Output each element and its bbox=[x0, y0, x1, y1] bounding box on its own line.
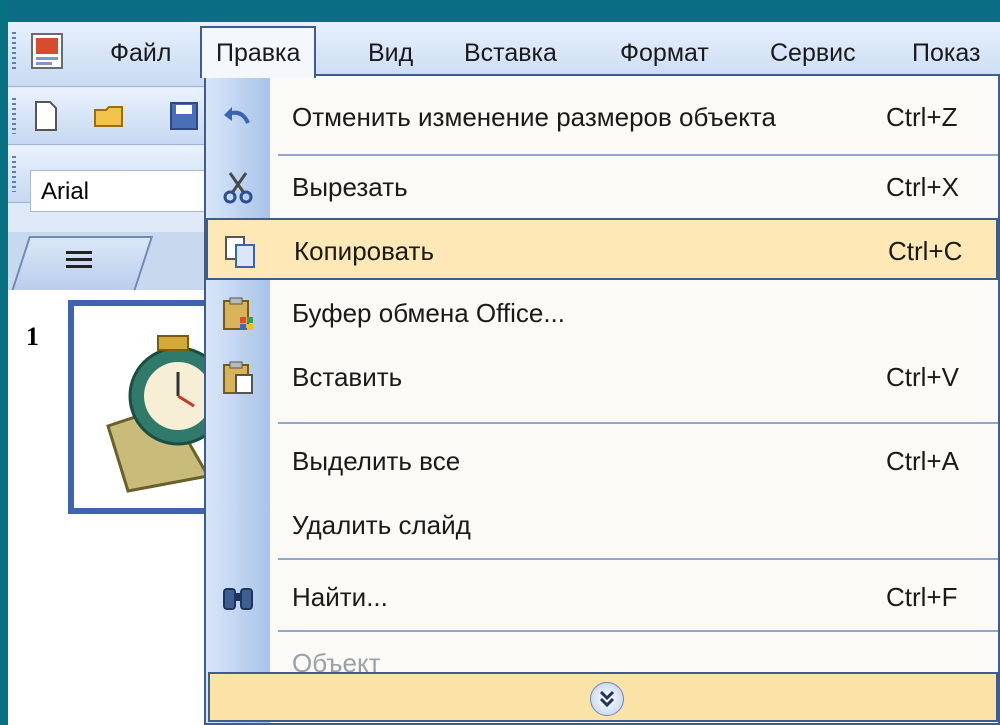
clipboard-office-icon bbox=[223, 297, 253, 330]
menu-item-shortcut: Ctrl+X bbox=[886, 172, 959, 202]
menu-edit[interactable]: Правка bbox=[200, 26, 317, 78]
menu-item-label: Копировать bbox=[294, 236, 434, 266]
scissors-icon bbox=[223, 172, 253, 204]
menu-slideshow[interactable]: Показ bbox=[898, 34, 994, 72]
menu-file[interactable]: Файл bbox=[96, 34, 185, 72]
menu-item-shortcut: Ctrl+Z bbox=[886, 102, 958, 132]
slide-number: 1 bbox=[26, 322, 39, 351]
binoculars-icon bbox=[223, 588, 253, 610]
save-icon[interactable] bbox=[166, 98, 202, 134]
menu-item-shortcut: Ctrl+A bbox=[886, 446, 959, 476]
menu-item-label: Найти... bbox=[292, 582, 388, 612]
toolbar-grip[interactable] bbox=[12, 98, 16, 134]
font-name-field[interactable]: Arial bbox=[30, 170, 210, 212]
menu-item-shortcut: Ctrl+C bbox=[888, 236, 963, 266]
menu-item-label: Удалить слайд bbox=[292, 510, 471, 540]
menu-item-label: Буфер обмена Office... bbox=[292, 298, 565, 328]
menubar-grip[interactable] bbox=[12, 32, 16, 72]
menu-item-find[interactable]: Найти... Ctrl+F bbox=[206, 566, 998, 628]
menu-item-paste[interactable]: Вставить Ctrl+V bbox=[206, 346, 998, 408]
new-document-icon[interactable] bbox=[28, 98, 64, 134]
menu-item-shortcut: Ctrl+V bbox=[886, 362, 959, 392]
powerpoint-window: Файл Правка Вид Вставка Формат Сервис По… bbox=[8, 22, 1000, 725]
menu-item-label: Вырезать bbox=[292, 172, 408, 202]
clock-clipart-icon bbox=[106, 335, 218, 493]
menu-item-label: Выделить все bbox=[292, 446, 461, 476]
menu-item-delete-slide[interactable]: Удалить слайд bbox=[206, 494, 998, 556]
menu-item-undo[interactable]: Отменить изменение размеров объекта Ctrl… bbox=[206, 86, 998, 148]
undo-icon bbox=[224, 107, 250, 124]
app-icon[interactable] bbox=[28, 30, 70, 72]
paste-icon bbox=[223, 361, 253, 394]
open-folder-icon[interactable] bbox=[92, 98, 128, 134]
toolbar-grip[interactable] bbox=[12, 156, 16, 192]
window-frame-top bbox=[0, 0, 1000, 22]
menu-item-shortcut: Ctrl+F bbox=[886, 582, 958, 612]
menu-format[interactable]: Формат bbox=[606, 34, 723, 72]
menu-expand-bar[interactable] bbox=[208, 672, 998, 722]
menu-item-label: Отменить изменение размеров объекта bbox=[292, 102, 776, 132]
menu-view[interactable]: Вид bbox=[354, 34, 427, 72]
double-chevron-down-icon[interactable] bbox=[590, 682, 624, 716]
menu-item-copy[interactable]: Копировать Ctrl+C bbox=[206, 218, 998, 280]
outline-icon bbox=[66, 251, 92, 268]
copy-icon bbox=[225, 236, 255, 268]
menu-item-office-clipboard[interactable]: Буфер обмена Office... bbox=[206, 282, 998, 344]
edit-menu-dropdown: Отменить изменение размеров объекта Ctrl… bbox=[204, 74, 1000, 725]
menu-tools[interactable]: Сервис bbox=[756, 34, 870, 72]
menu-item-cut[interactable]: Вырезать Ctrl+X bbox=[206, 156, 998, 218]
standard-toolbar bbox=[8, 88, 218, 145]
menu-item-select-all[interactable]: Выделить все Ctrl+A bbox=[206, 430, 998, 492]
slide-thumbnail[interactable] bbox=[68, 300, 218, 514]
menu-separator bbox=[278, 558, 998, 560]
window-frame-left bbox=[0, 0, 8, 725]
menu-item-label: Вставить bbox=[292, 362, 403, 392]
menu-separator bbox=[278, 422, 998, 424]
menu-insert[interactable]: Вставка bbox=[450, 34, 571, 72]
